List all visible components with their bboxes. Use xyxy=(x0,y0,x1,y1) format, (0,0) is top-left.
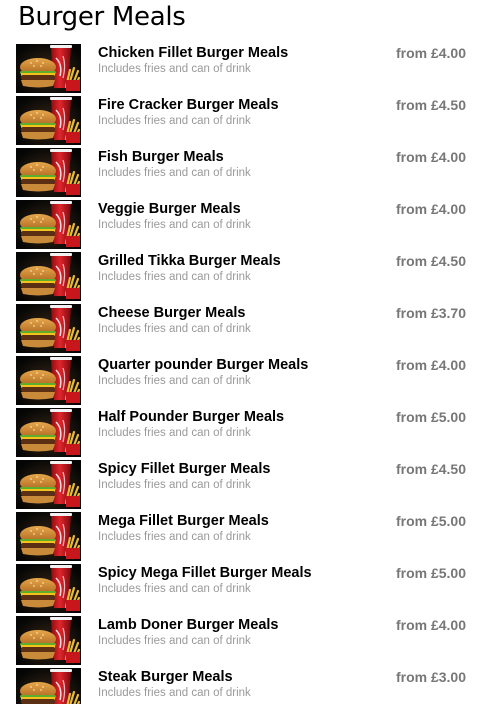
list-item[interactable]: Cheese Burger Meals Includes fries and ca… xyxy=(0,302,500,354)
list-item[interactable]: Chicken Fillet Burger Meals Includes frie… xyxy=(0,42,500,94)
meal-name[interactable]: Steak Burger Meals xyxy=(98,669,233,685)
meal-description: Includes fries and can of drink xyxy=(98,583,251,595)
meal-description: Includes fries and can of drink xyxy=(98,63,251,75)
list-item[interactable]: Quarter pounder Burger Meals Includes fri… xyxy=(0,354,500,406)
burger-meal-thumbnail-icon xyxy=(16,668,81,704)
meal-description: Includes fries and can of drink xyxy=(98,635,251,647)
meal-name[interactable]: Mega Fillet Burger Meals xyxy=(98,513,269,529)
list-item[interactable]: Fire Cracker Burger Meals Includes fries … xyxy=(0,94,500,146)
burger-meal-thumbnail-icon xyxy=(16,356,81,405)
burger-meal-thumbnail-icon xyxy=(16,460,81,509)
meal-description: Includes fries and can of drink xyxy=(98,375,251,387)
list-item[interactable]: Spicy Mega Fillet Burger Meals Includes f… xyxy=(0,562,500,614)
meal-price: from £4.50 xyxy=(395,253,466,269)
meal-name[interactable]: Veggie Burger Meals xyxy=(98,201,241,217)
meal-price: from £4.00 xyxy=(395,45,466,61)
burger-meal-thumbnail-icon xyxy=(16,148,81,197)
list-item[interactable]: Veggie Burger Meals Includes fries and ca… xyxy=(0,198,500,250)
burger-meal-thumbnail-icon xyxy=(16,408,81,457)
meal-description: Includes fries and can of drink xyxy=(98,271,251,283)
meal-price: from £4.00 xyxy=(395,357,466,373)
list-item[interactable]: Steak Burger Meals Includes fries and can… xyxy=(0,666,500,704)
meal-description: Includes fries and can of drink xyxy=(98,531,251,543)
meal-price: from £5.00 xyxy=(395,565,466,581)
meal-description: Includes fries and can of drink xyxy=(98,479,251,491)
meal-name[interactable]: Quarter pounder Burger Meals xyxy=(98,357,308,373)
burger-meal-thumbnail-icon xyxy=(16,200,81,249)
list-item[interactable]: Lamb Doner Burger Meals Includes fries an… xyxy=(0,614,500,666)
meal-price: from £3.00 xyxy=(395,669,466,685)
burger-meal-thumbnail-icon xyxy=(16,512,81,561)
meal-price: from £4.00 xyxy=(395,201,466,217)
burger-meal-thumbnail-icon xyxy=(16,44,81,93)
meal-name[interactable]: Lamb Doner Burger Meals xyxy=(98,617,279,633)
menu-list: Chicken Fillet Burger Meals Includes frie… xyxy=(0,42,500,704)
meal-price: from £4.50 xyxy=(395,97,466,113)
burger-meal-thumbnail-icon xyxy=(16,252,81,301)
meal-name[interactable]: Spicy Mega Fillet Burger Meals xyxy=(98,565,312,581)
meal-price: from £4.00 xyxy=(395,149,466,165)
meal-description: Includes fries and can of drink xyxy=(98,219,251,231)
meal-name[interactable]: Grilled Tikka Burger Meals xyxy=(98,253,281,269)
meal-description: Includes fries and can of drink xyxy=(98,427,251,439)
burger-meal-thumbnail-icon xyxy=(16,616,81,665)
burger-meal-thumbnail-icon xyxy=(16,564,81,613)
page-title: Burger Meals xyxy=(18,2,186,32)
meal-description: Includes fries and can of drink xyxy=(98,167,251,179)
meal-price: from £5.00 xyxy=(395,513,466,529)
meal-price: from £5.00 xyxy=(395,409,466,425)
meal-price: from £4.50 xyxy=(395,461,466,477)
meal-description: Includes fries and can of drink xyxy=(98,323,251,335)
burger-meal-thumbnail-icon xyxy=(16,96,81,145)
meal-description: Includes fries and can of drink xyxy=(98,687,251,699)
list-item[interactable]: Fish Burger Meals Includes fries and can … xyxy=(0,146,500,198)
meal-price: from £4.00 xyxy=(395,617,466,633)
meal-name[interactable]: Spicy Fillet Burger Meals xyxy=(98,461,270,477)
meal-name[interactable]: Half Pounder Burger Meals xyxy=(98,409,284,425)
meal-name[interactable]: Cheese Burger Meals xyxy=(98,305,245,321)
meal-name[interactable]: Chicken Fillet Burger Meals xyxy=(98,45,288,61)
meal-name[interactable]: Fire Cracker Burger Meals xyxy=(98,97,279,113)
meal-name[interactable]: Fish Burger Meals xyxy=(98,149,224,165)
meal-price: from £3.70 xyxy=(395,305,466,321)
list-item[interactable]: Half Pounder Burger Meals Includes fries … xyxy=(0,406,500,458)
list-item[interactable]: Spicy Fillet Burger Meals Includes fries … xyxy=(0,458,500,510)
meal-description: Includes fries and can of drink xyxy=(98,115,251,127)
list-item[interactable]: Mega Fillet Burger Meals Includes fries a… xyxy=(0,510,500,562)
burger-meal-thumbnail-icon xyxy=(16,304,81,353)
list-item[interactable]: Grilled Tikka Burger Meals Includes fries… xyxy=(0,250,500,302)
